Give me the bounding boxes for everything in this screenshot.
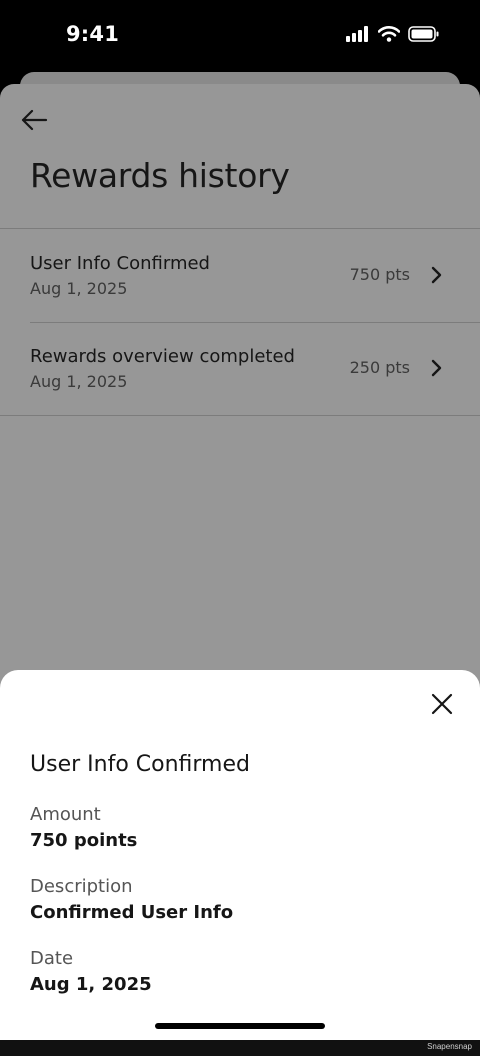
description-label: Description <box>30 876 133 897</box>
date-value: Aug 1, 2025 <box>30 974 152 995</box>
date-label: Date <box>30 948 74 969</box>
bottom-strip: Snapensnap <box>0 1040 480 1056</box>
status-bar: 9:41 <box>0 0 480 72</box>
reward-detail-sheet: User Info Confirmed Amount 750 points De… <box>0 670 480 1040</box>
history-row-rewards-overview[interactable]: Rewards overview completed Aug 1, 2025 2… <box>0 322 480 415</box>
sheet-title: User Info Confirmed <box>30 752 250 777</box>
history-row-user-info[interactable]: User Info Confirmed Aug 1, 2025 750 pts <box>0 229 480 322</box>
history-item-date: Aug 1, 2025 <box>30 279 128 298</box>
status-time: 9:41 <box>66 22 120 46</box>
description-value: Confirmed User Info <box>30 902 234 923</box>
amount-label: Amount <box>30 804 101 825</box>
history-item-title: Rewards overview completed <box>30 346 295 367</box>
cellular-signal-icon <box>346 26 368 42</box>
wifi-icon <box>378 26 400 42</box>
amount-value: 750 points <box>30 830 138 851</box>
history-item-points: 750 pts <box>349 265 410 284</box>
arrow-left-icon <box>21 109 48 131</box>
watermark: Snapensnap <box>427 1042 472 1051</box>
page-title: Rewards history <box>30 156 290 195</box>
history-item-date: Aug 1, 2025 <box>30 372 128 391</box>
status-icons <box>346 26 440 42</box>
close-button[interactable] <box>426 688 458 720</box>
chevron-right-icon <box>431 266 442 284</box>
battery-icon <box>408 26 439 42</box>
home-indicator[interactable] <box>155 1023 325 1029</box>
history-item-points: 250 pts <box>349 358 410 377</box>
close-icon <box>431 693 453 715</box>
chevron-right-icon <box>431 359 442 377</box>
back-button[interactable] <box>18 104 50 136</box>
history-list: User Info Confirmed Aug 1, 2025 750 pts … <box>0 228 480 416</box>
history-item-title: User Info Confirmed <box>30 253 210 274</box>
